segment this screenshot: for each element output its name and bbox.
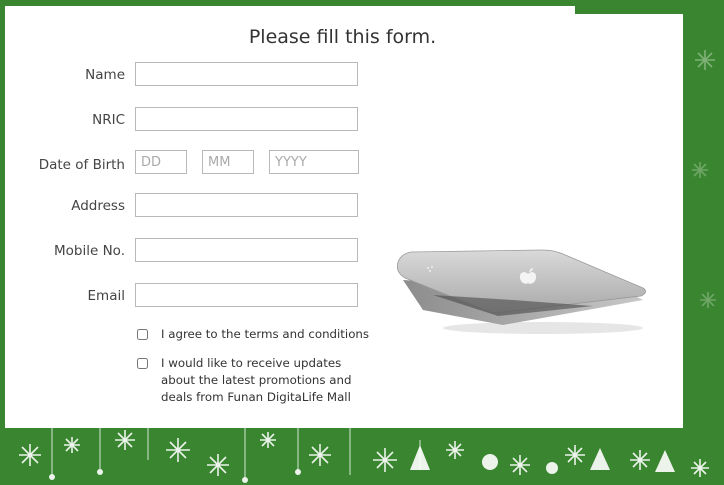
laptop-image: [396, 249, 646, 334]
name-input[interactable]: [135, 62, 358, 86]
promotions-checkbox-label: I would like to receive updates about th…: [161, 356, 352, 404]
mobile-input[interactable]: [135, 238, 358, 262]
nric-input[interactable]: [135, 107, 358, 131]
dob-year-input[interactable]: [269, 150, 359, 174]
nric-label: NRIC: [92, 112, 125, 128]
address-input[interactable]: [135, 193, 358, 217]
terms-checkbox-label: I agree to the terms and conditions: [161, 327, 370, 341]
dob-day-input[interactable]: [135, 150, 187, 174]
address-label: Address: [71, 198, 125, 214]
email-label: Email: [87, 288, 125, 304]
mobile-label: Mobile No.: [54, 243, 125, 259]
dob-month-input[interactable]: [202, 150, 254, 174]
name-label: Name: [85, 67, 125, 83]
card-corner-decoration: [575, 0, 685, 14]
terms-checkbox[interactable]: [137, 329, 148, 340]
email-input[interactable]: [135, 283, 358, 307]
promotions-checkbox[interactable]: [137, 358, 148, 369]
form-title: Please fill this form.: [248, 26, 437, 48]
dob-label: Date of Birth: [38, 157, 125, 173]
